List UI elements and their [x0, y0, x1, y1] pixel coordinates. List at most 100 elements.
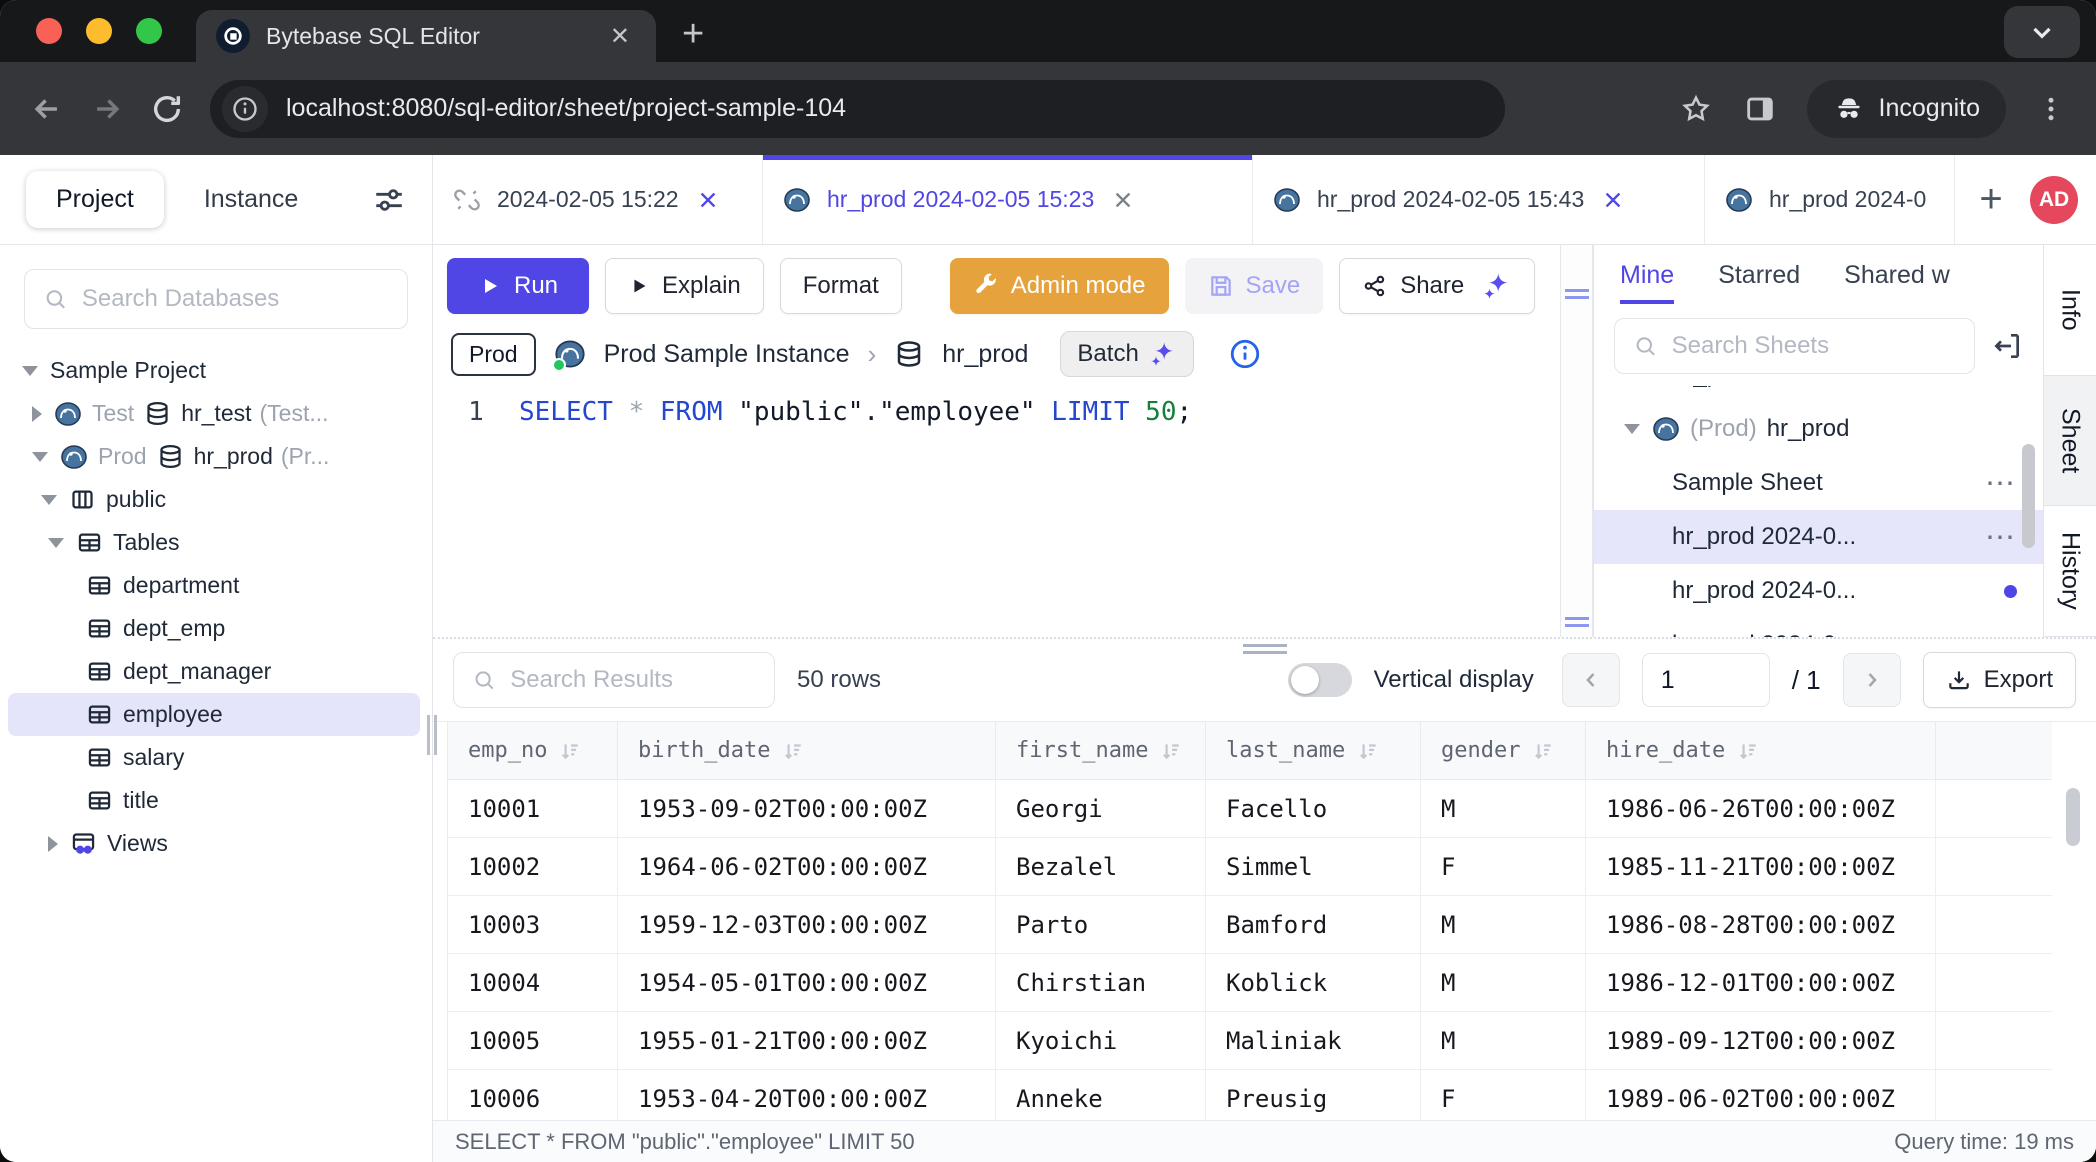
sheet-tab[interactable]: 2024-02-05 15:22: [433, 155, 763, 244]
table-cell[interactable]: 1989-06-02T00:00:00Z: [1586, 1070, 1936, 1120]
column-header[interactable]: birth_date: [618, 722, 996, 780]
run-button[interactable]: Run: [447, 258, 589, 314]
tree-item[interactable]: public: [0, 478, 432, 521]
table-cell[interactable]: 1954-05-01T00:00:00Z: [618, 954, 996, 1012]
table-cell[interactable]: M: [1421, 1012, 1586, 1070]
reload-icon[interactable]: [150, 92, 184, 126]
tree-item[interactable]: title: [0, 779, 432, 822]
back-icon[interactable]: [30, 92, 64, 126]
table-cell[interactable]: 1953-04-20T00:00:00Z: [618, 1070, 996, 1120]
sheet-tab-close-icon[interactable]: [1112, 189, 1134, 211]
batch-button[interactable]: Batch: [1060, 331, 1193, 377]
table-cell[interactable]: 10004: [448, 954, 618, 1012]
column-header[interactable]: emp_no: [448, 722, 618, 780]
sheet-item-menu-icon[interactable]: ⋯: [1985, 386, 2017, 393]
tree-item[interactable]: Tables: [0, 521, 432, 564]
address-bar[interactable]: localhost:8080/sql-editor/sheet/project-…: [210, 80, 1505, 138]
save-button[interactable]: Save: [1185, 258, 1324, 314]
table-cell[interactable]: Bezalel: [996, 838, 1206, 896]
table-cell[interactable]: Kyoichi: [996, 1012, 1206, 1070]
table-cell[interactable]: 1989-09-12T00:00:00Z: [1586, 1012, 1936, 1070]
table-cell[interactable]: M: [1421, 780, 1586, 838]
sheet-tab[interactable]: hr_prod 2024-0: [1705, 155, 1955, 244]
table-cell[interactable]: 1985-11-21T00:00:00Z: [1586, 838, 1936, 896]
collapse-panel-icon[interactable]: [1991, 330, 2023, 362]
table-cell[interactable]: 10003: [448, 896, 618, 954]
table-cell[interactable]: 1955-01-21T00:00:00Z: [618, 1012, 996, 1070]
table-cell[interactable]: 1959-12-03T00:00:00Z: [618, 896, 996, 954]
tree-item[interactable]: department: [0, 564, 432, 607]
database-search-input[interactable]: [82, 285, 389, 313]
prev-page-button[interactable]: [1562, 653, 1620, 707]
table-cell[interactable]: M: [1421, 896, 1586, 954]
caret-icon[interactable]: [48, 538, 64, 548]
right-strip-tab[interactable]: Info: [2044, 245, 2096, 376]
table-cell[interactable]: F: [1421, 1070, 1586, 1120]
sheet-tab[interactable]: hr_prod 2024-02-05 15:43: [1253, 155, 1705, 244]
table-cell[interactable]: Maliniak: [1206, 1012, 1421, 1070]
sheet-panel-tab[interactable]: Shared w: [1844, 261, 1950, 304]
column-header[interactable]: gender: [1421, 722, 1586, 780]
next-page-button[interactable]: [1843, 653, 1901, 707]
sheet-list-scrollbar[interactable]: [2022, 444, 2035, 548]
tree-item[interactable]: Prod hr_prod (Pr...: [0, 435, 432, 478]
table-cell[interactable]: Parto: [996, 896, 1206, 954]
explain-button[interactable]: Explain: [605, 258, 764, 314]
tree-item[interactable]: salary: [0, 736, 432, 779]
table-cell[interactable]: 10006: [448, 1070, 618, 1120]
sheet-list-item[interactable]: hr_prod 2024-0... ⋯: [1594, 510, 2043, 564]
sort-icon[interactable]: [559, 740, 581, 762]
info-icon[interactable]: [1228, 337, 1262, 371]
table-cell[interactable]: 10001: [448, 780, 618, 838]
caret-icon[interactable]: [22, 366, 38, 376]
database-search[interactable]: [24, 269, 408, 329]
results-scrollbar[interactable]: [2066, 788, 2080, 846]
browser-menu-icon[interactable]: [2036, 94, 2066, 124]
tree-item[interactable]: dept_emp: [0, 607, 432, 650]
instance-name[interactable]: Prod Sample Instance: [604, 340, 850, 369]
horizontal-resize-grip[interactable]: [1243, 644, 1287, 654]
forward-icon[interactable]: [90, 92, 124, 126]
sheet-search-input[interactable]: [1672, 332, 1956, 360]
browser-tab[interactable]: Bytebase SQL Editor ✕: [196, 10, 656, 62]
caret-down-icon[interactable]: [1624, 424, 1640, 434]
user-avatar[interactable]: AD: [2030, 176, 2078, 224]
database-name[interactable]: hr_prod: [942, 340, 1028, 369]
ai-sparkles-icon[interactable]: [1482, 271, 1512, 301]
table-cell[interactable]: 10002: [448, 838, 618, 896]
table-cell[interactable]: Bamford: [1206, 896, 1421, 954]
sheet-tab-close-icon[interactable]: [1602, 189, 1624, 211]
table-cell[interactable]: 1964-06-02T00:00:00Z: [618, 838, 996, 896]
caret-icon[interactable]: [32, 406, 42, 422]
results-search[interactable]: [453, 652, 775, 708]
sheet-panel-tab[interactable]: Starred: [1718, 261, 1800, 304]
bookmark-star-icon[interactable]: [1679, 92, 1713, 126]
browser-tab-close-icon[interactable]: ✕: [604, 22, 636, 51]
resize-grip-icon[interactable]: [1565, 617, 1589, 627]
table-cell[interactable]: 1953-09-02T00:00:00Z: [618, 780, 996, 838]
table-cell[interactable]: Simmel: [1206, 838, 1421, 896]
sheet-panel-tab[interactable]: Mine: [1620, 261, 1674, 304]
tree-item[interactable]: dept_manager: [0, 650, 432, 693]
caret-icon[interactable]: [48, 836, 58, 852]
column-header[interactable]: first_name: [996, 722, 1206, 780]
sheet-list-item[interactable]: hr_prod 2024-0...: [1594, 564, 2043, 618]
table-cell[interactable]: Georgi: [996, 780, 1206, 838]
sidebar-resize-handle[interactable]: [425, 715, 439, 755]
tree-settings-icon[interactable]: [372, 183, 406, 217]
resize-grip-icon[interactable]: [1565, 289, 1589, 299]
sort-icon[interactable]: [1160, 740, 1182, 762]
close-window-button[interactable]: [36, 18, 62, 44]
format-button[interactable]: Format: [780, 258, 902, 314]
caret-icon[interactable]: [41, 495, 57, 505]
table-cell[interactable]: F: [1421, 838, 1586, 896]
share-button[interactable]: Share: [1339, 258, 1535, 314]
sort-icon[interactable]: [782, 740, 804, 762]
table-cell[interactable]: Facello: [1206, 780, 1421, 838]
sort-icon[interactable]: [1532, 740, 1554, 762]
export-button[interactable]: Export: [1923, 652, 2076, 708]
results-search-input[interactable]: [510, 666, 756, 694]
tree-item[interactable]: Sample Project: [0, 349, 432, 392]
tree-item[interactable]: Test hr_test (Test...: [0, 392, 432, 435]
column-header[interactable]: last_name: [1206, 722, 1421, 780]
